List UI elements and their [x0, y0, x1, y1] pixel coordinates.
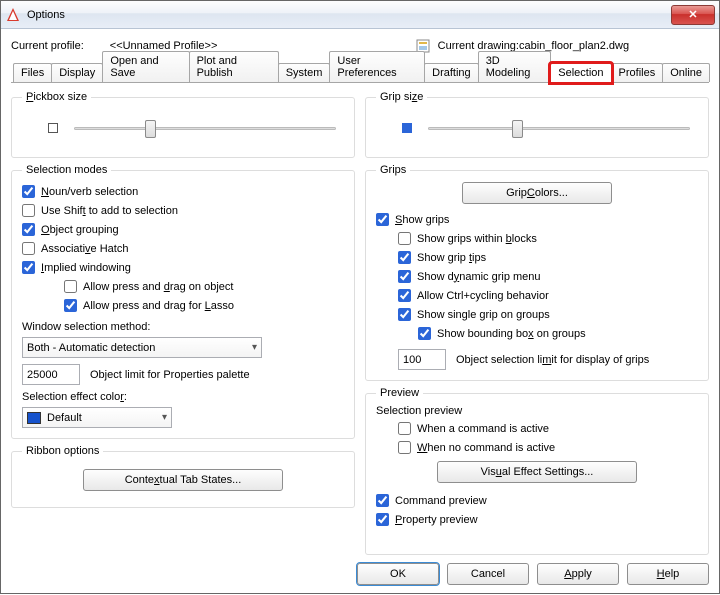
single-grip-groups-label: Show single grip on groups	[417, 309, 550, 321]
pickbox-size-group: Pickbox size	[11, 91, 355, 158]
pickbox-slider[interactable]	[74, 119, 336, 137]
grip-colors-button[interactable]: Grip Colors...	[462, 182, 612, 204]
window-title: Options	[27, 9, 671, 21]
chevron-down-icon: ▾	[252, 342, 257, 353]
content-area: Current profile: <<Unnamed Profile>> Cur…	[1, 29, 719, 595]
grips-within-blocks-label: Show grips within blocks	[417, 233, 537, 245]
single-grip-groups-checkbox[interactable]	[398, 308, 411, 321]
command-preview-checkbox[interactable]	[376, 494, 389, 507]
object-grouping-label: Object grouping	[41, 224, 119, 236]
tab-user-preferences[interactable]: User Preferences	[329, 51, 425, 82]
selection-modes-legend: Selection modes	[22, 164, 111, 176]
allow-press-drag-lasso-label: Allow press and drag for Lasso	[83, 300, 234, 312]
object-grouping-checkbox[interactable]	[22, 223, 35, 236]
ribbon-options-legend: Ribbon options	[22, 445, 103, 457]
tab-3d-modeling[interactable]: 3D Modeling	[478, 51, 552, 82]
tab-plot-and-publish[interactable]: Plot and Publish	[189, 51, 279, 82]
grip-size-legend: Grip size	[376, 91, 427, 103]
allow-press-drag-lasso-checkbox[interactable]	[64, 299, 77, 312]
window-selection-method-dropdown[interactable]: Both - Automatic detection ▾	[22, 337, 262, 358]
tab-display[interactable]: Display	[51, 63, 103, 82]
pickbox-preview	[48, 123, 58, 133]
implied-windowing-checkbox[interactable]	[22, 261, 35, 274]
selection-effect-color-dropdown[interactable]: Default ▾	[22, 407, 172, 428]
autocad-icon	[5, 7, 21, 23]
noun-verb-label: Noun/verb selection	[41, 186, 138, 198]
when-no-command-label: When no command is active	[417, 442, 555, 454]
tab-strip: Files Display Open and Save Plot and Pub…	[11, 61, 709, 83]
associative-hatch-label: Associative Hatch	[41, 243, 128, 255]
show-grips-label: Show grips	[395, 214, 449, 226]
tab-files[interactable]: Files	[13, 63, 52, 82]
color-swatch-icon	[27, 412, 41, 424]
noun-verb-checkbox[interactable]	[22, 185, 35, 198]
tab-selection[interactable]: Selection	[550, 63, 611, 83]
object-limit-input[interactable]	[22, 364, 80, 385]
grips-legend: Grips	[376, 164, 410, 176]
grip-preview	[402, 123, 412, 133]
visual-effect-settings-button[interactable]: Visual Effect Settings...	[437, 461, 637, 483]
dialog-button-row: OK Cancel Apply Help	[11, 555, 709, 585]
chevron-down-icon: ▾	[162, 412, 167, 423]
tab-open-and-save[interactable]: Open and Save	[102, 51, 189, 82]
allow-press-drag-object-label: Allow press and drag on object	[83, 281, 233, 293]
close-button[interactable]: ✕	[671, 5, 715, 25]
object-limit-label: Object limit for Properties palette	[90, 369, 250, 381]
grip-size-group: Grip size	[365, 91, 709, 158]
dynamic-grip-menu-checkbox[interactable]	[398, 270, 411, 283]
grip-size-slider[interactable]	[428, 119, 690, 137]
allow-press-drag-object-checkbox[interactable]	[64, 280, 77, 293]
ctrl-cycling-checkbox[interactable]	[398, 289, 411, 302]
tab-drafting[interactable]: Drafting	[424, 63, 479, 82]
left-column: Pickbox size Selection modes Noun/verb s…	[11, 91, 355, 555]
preview-group: Preview Selection preview When a command…	[365, 387, 709, 555]
options-dialog: Options ✕ Current profile: <<Unnamed Pro…	[0, 0, 720, 594]
grips-within-blocks-checkbox[interactable]	[398, 232, 411, 245]
window-selection-method-label: Window selection method:	[22, 321, 344, 333]
dynamic-grip-menu-label: Show dynamic grip menu	[417, 271, 541, 283]
bounding-box-checkbox[interactable]	[418, 327, 431, 340]
selection-preview-label: Selection preview	[376, 405, 698, 417]
use-shift-label: Use Shift to add to selection	[41, 205, 178, 217]
when-command-active-label: When a command is active	[417, 423, 549, 435]
cancel-button[interactable]: Cancel	[447, 563, 529, 585]
selection-effect-color-label: Selection effect color:	[22, 391, 344, 403]
tab-profiles[interactable]: Profiles	[611, 63, 664, 82]
show-grips-checkbox[interactable]	[376, 213, 389, 226]
grip-tips-label: Show grip tips	[417, 252, 486, 264]
bounding-box-label: Show bounding box on groups	[437, 328, 586, 340]
command-preview-label: Command preview	[395, 495, 487, 507]
tab-body: Pickbox size Selection modes Noun/verb s…	[11, 83, 709, 555]
use-shift-checkbox[interactable]	[22, 204, 35, 217]
implied-windowing-label: Implied windowing	[41, 262, 131, 274]
ribbon-options-group: Ribbon options Contextual Tab States...	[11, 445, 355, 508]
tab-online[interactable]: Online	[662, 63, 710, 82]
right-column: Grip size Grips Grip Colors... Show grip…	[365, 91, 709, 555]
grip-display-limit-label: Object selection limit for display of gr…	[456, 354, 649, 366]
pickbox-size-legend: Pickbox size	[22, 91, 91, 103]
preview-legend: Preview	[376, 387, 423, 399]
property-preview-checkbox[interactable]	[376, 513, 389, 526]
associative-hatch-checkbox[interactable]	[22, 242, 35, 255]
grips-group: Grips Grip Colors... Show grips Show gri…	[365, 164, 709, 381]
ctrl-cycling-label: Allow Ctrl+cycling behavior	[417, 290, 549, 302]
grip-tips-checkbox[interactable]	[398, 251, 411, 264]
close-icon: ✕	[688, 8, 697, 21]
contextual-tab-states-button[interactable]: Contextual Tab States...	[83, 469, 283, 491]
when-command-active-checkbox[interactable]	[398, 422, 411, 435]
when-no-command-checkbox[interactable]	[398, 441, 411, 454]
apply-button[interactable]: Apply	[537, 563, 619, 585]
grip-display-limit-input[interactable]	[398, 349, 446, 370]
current-profile-label: Current profile:	[11, 40, 84, 52]
help-button[interactable]: Help	[627, 563, 709, 585]
tab-system[interactable]: System	[278, 63, 331, 82]
ok-button[interactable]: OK	[357, 563, 439, 585]
titlebar[interactable]: Options ✕	[1, 1, 719, 29]
selection-modes-group: Selection modes Noun/verb selection Use …	[11, 164, 355, 439]
window-selection-method-value: Both - Automatic detection	[27, 342, 155, 354]
property-preview-label: Property preview	[395, 514, 478, 526]
selection-effect-color-value: Default	[47, 412, 82, 424]
